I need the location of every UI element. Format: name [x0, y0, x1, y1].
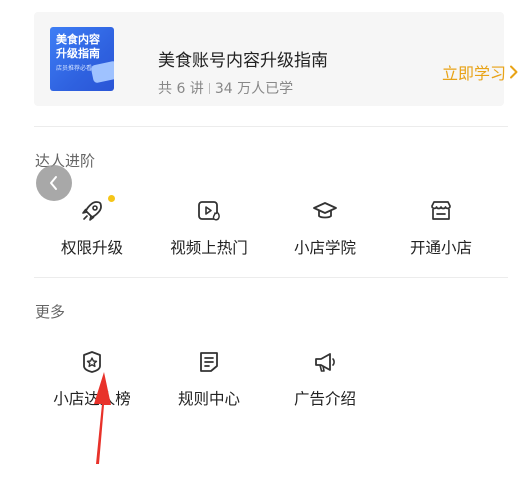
grid-item-label: 广告介绍: [293, 390, 356, 408]
chevron-left-icon: [50, 176, 57, 190]
thumbnail-title-line2: 升级指南: [56, 47, 100, 60]
learn-now-button[interactable]: 立即学习: [442, 60, 519, 84]
course-title[interactable]: 美食账号内容升级指南: [158, 46, 328, 71]
document-rules-icon: [200, 352, 218, 372]
divider: [34, 277, 508, 278]
grid-item-permission-upgrade[interactable]: 权限升级: [37, 198, 147, 258]
grid-item-shop-academy[interactable]: 小店学院: [270, 198, 380, 258]
lesson-count: 共 6 讲: [158, 81, 204, 97]
grid-item-video-trending[interactable]: 视频上热门: [154, 198, 264, 258]
rocket-icon: [82, 201, 102, 221]
grid-item-label: 开通小店: [409, 239, 472, 257]
grid-item-label: 小店学院: [293, 239, 356, 257]
back-button[interactable]: [36, 165, 72, 201]
grid-item-shop-expert-ranking[interactable]: 小店达人榜: [37, 349, 147, 409]
divider: [34, 126, 508, 127]
course-card[interactable]: 美食内容 升级指南 店员推荐必看 美食账号内容升级指南 共 6 讲 34 万人已学…: [34, 12, 518, 106]
course-thumbnail[interactable]: 美食内容 升级指南 店员推荐必看: [50, 27, 114, 91]
section-title-more: 更多: [35, 303, 66, 321]
thumbnail-decoration: [90, 60, 114, 84]
grid-item-label: 视频上热门: [170, 239, 248, 257]
grid-item-label: 权限升级: [60, 239, 123, 257]
learn-now-label: 立即学习: [442, 64, 507, 83]
grid-item-ad-intro[interactable]: 广告介绍: [270, 349, 380, 409]
thumbnail-subtitle: 店员推荐必看: [56, 65, 93, 72]
notification-dot: [108, 195, 115, 202]
grid-item-rules-center[interactable]: 规则中心: [154, 349, 264, 409]
grid-item-open-shop[interactable]: 开通小店: [386, 198, 496, 258]
video-fire-icon: [198, 201, 220, 221]
graduation-cap-icon: [313, 202, 337, 219]
megaphone-icon: [315, 353, 335, 372]
learner-count: 34 万人已学: [214, 81, 294, 97]
thumbnail-title-line1: 美食内容: [56, 33, 100, 46]
grid-item-label: 小店达人榜: [53, 390, 131, 408]
chevron-right-icon: [510, 65, 518, 79]
grid-item-label: 规则中心: [177, 390, 240, 408]
storefront-icon: [431, 201, 451, 220]
meta-separator: [208, 83, 210, 94]
course-meta: 共 6 讲 34 万人已学: [158, 78, 293, 98]
badge-star-icon: [83, 351, 101, 373]
